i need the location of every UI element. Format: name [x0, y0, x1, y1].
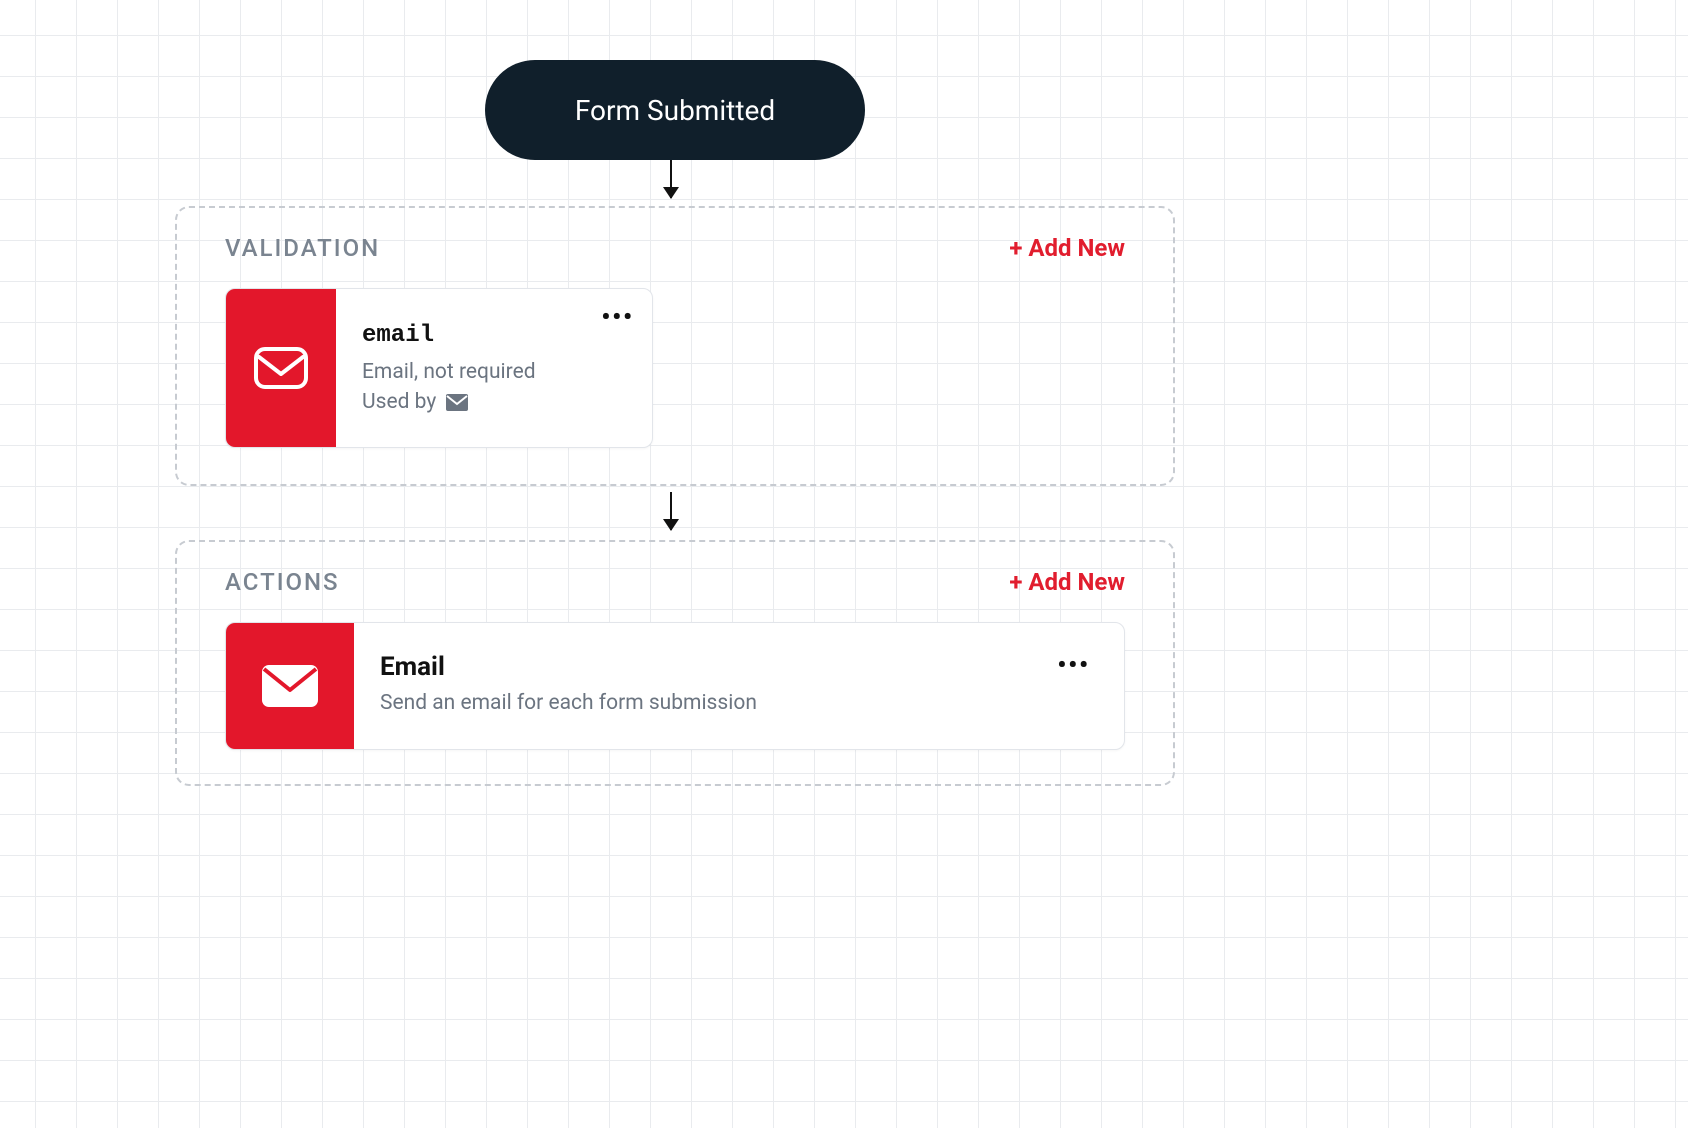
validation-panel: VALIDATION + Add New ••• email Email, no…: [175, 206, 1175, 486]
validation-card-body: ••• email Email, not required Used by: [336, 289, 652, 447]
envelope-solid-icon: [260, 663, 320, 709]
add-action-button[interactable]: + Add New: [1009, 568, 1125, 596]
validation-card-title: email: [362, 322, 630, 349]
validation-panel-header: VALIDATION + Add New: [225, 234, 1125, 262]
add-validation-button[interactable]: + Add New: [1009, 234, 1125, 262]
validation-card-menu-button[interactable]: •••: [601, 305, 634, 329]
validation-card-email[interactable]: ••• email Email, not required Used by: [225, 288, 653, 448]
validation-card-icon-slot: [226, 289, 336, 447]
flow-arrow-icon: [670, 160, 672, 198]
actions-panel-title: ACTIONS: [225, 568, 340, 596]
validation-card-type: Email, not required: [362, 357, 630, 389]
envelope-outline-icon: [253, 346, 309, 390]
action-card-menu-button[interactable]: •••: [1057, 653, 1090, 677]
workflow-canvas[interactable]: Form Submitted VALIDATION + Add New ••• …: [0, 0, 1688, 1128]
action-card-icon-slot: [226, 623, 354, 749]
envelope-mini-icon: [446, 394, 468, 411]
trigger-node-form-submitted[interactable]: Form Submitted: [485, 60, 865, 160]
action-card-email[interactable]: ••• Email Send an email for each form su…: [225, 622, 1125, 750]
validation-panel-title: VALIDATION: [225, 234, 380, 262]
validation-card-used-by: Used by: [362, 390, 630, 414]
action-card-description: Send an email for each form submission: [380, 688, 1098, 720]
action-card-title: Email: [380, 652, 1098, 682]
flow-arrow-icon: [670, 492, 672, 530]
actions-panel-header: ACTIONS + Add New: [225, 568, 1125, 596]
actions-panel: ACTIONS + Add New ••• Email Send an emai…: [175, 540, 1175, 786]
trigger-label: Form Submitted: [575, 94, 775, 127]
action-card-body: ••• Email Send an email for each form su…: [354, 623, 1124, 749]
used-by-label: Used by: [362, 390, 436, 414]
